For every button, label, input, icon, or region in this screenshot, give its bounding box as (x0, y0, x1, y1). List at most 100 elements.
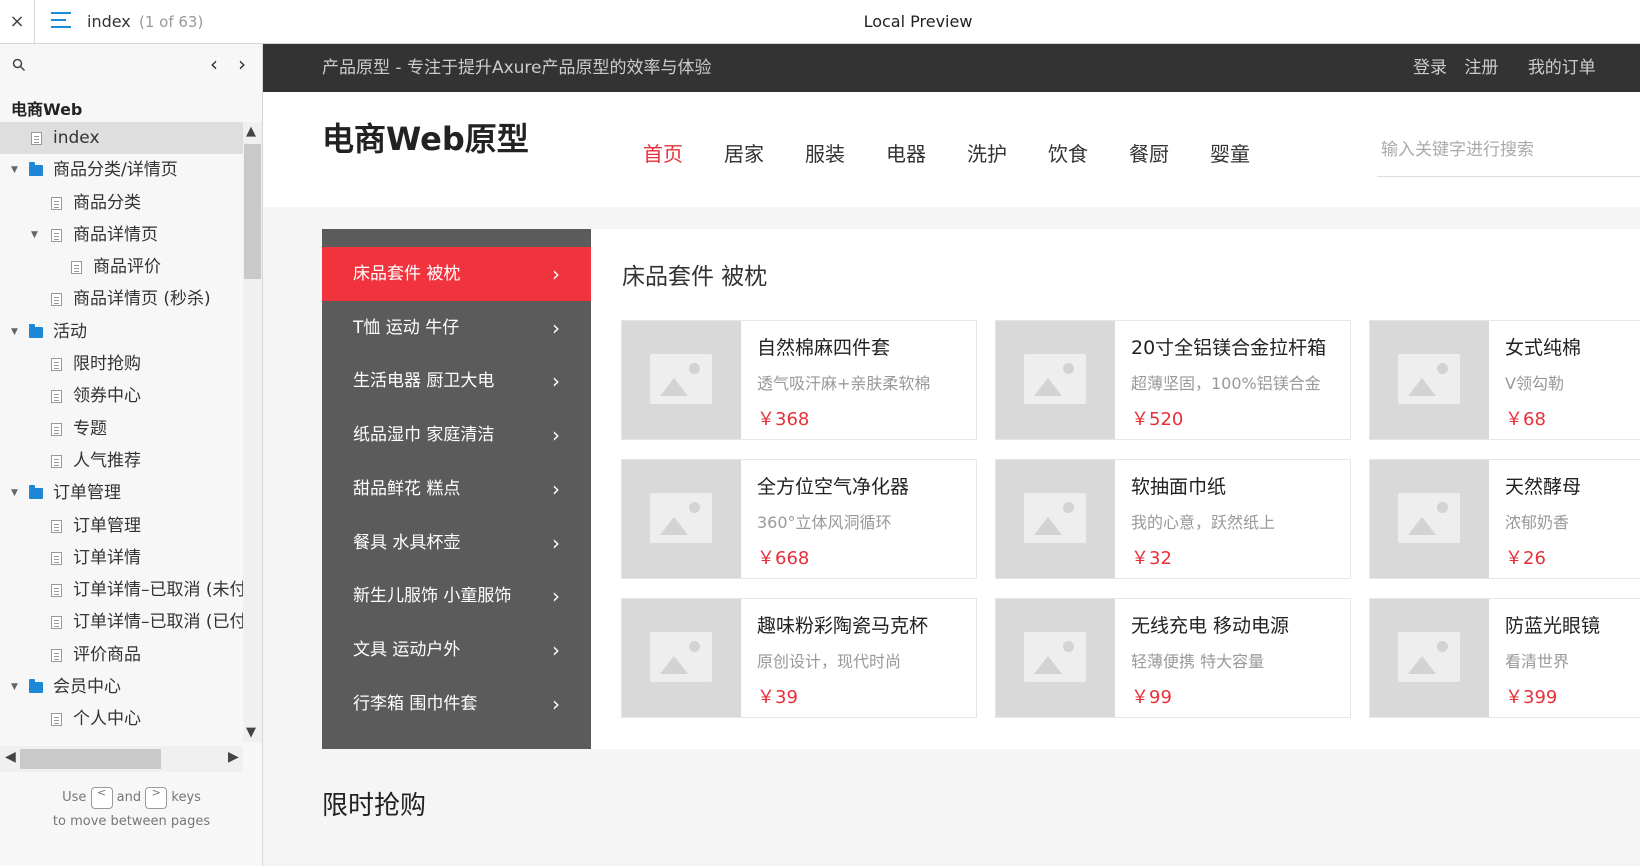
nav-item[interactable]: 电器 (886, 138, 926, 167)
product-card[interactable]: 女式纯棉 V领勾勒 ￥68 (1369, 320, 1640, 440)
page-icon (51, 293, 62, 307)
category-item[interactable]: 新生儿服饰 小童服饰 › (322, 569, 591, 623)
nav-item[interactable]: 服装 (805, 138, 845, 167)
product-name: 天然酵母 (1505, 476, 1582, 498)
category-item[interactable]: T恤 运动 牛仔 › (322, 301, 591, 355)
expand-arrow-icon[interactable]: ▼ (11, 154, 18, 186)
product-card[interactable]: 天然酵母 浓郁奶香 ￥26 (1369, 459, 1640, 579)
tree-item[interactable]: 商品分类 (0, 187, 243, 219)
search-input[interactable] (1377, 132, 1640, 168)
expand-arrow-icon[interactable]: ▼ (31, 219, 38, 251)
scroll-right-icon[interactable]: ▶ (228, 749, 239, 765)
my-orders-link[interactable]: 我的订单 (1528, 58, 1596, 78)
product-card[interactable]: 防蓝光眼镜 看清世界 ￥399 (1369, 598, 1640, 718)
folder-icon (29, 679, 43, 694)
category-item[interactable]: 餐具 水具杯壶 › (322, 516, 591, 570)
product-image (622, 321, 741, 439)
next-page-button[interactable]: › (238, 52, 246, 76)
category-item[interactable]: 生活电器 厨卫大电 › (322, 354, 591, 408)
tree-item-label: 限时抢购 (73, 354, 141, 375)
expand-arrow-icon[interactable]: ▼ (11, 671, 18, 703)
tree-item-label: 个人中心 (73, 709, 141, 730)
tree-item[interactable]: 人气推荐 (0, 445, 243, 477)
nav-item[interactable]: 婴童 (1210, 138, 1250, 167)
tree-item[interactable]: ▼ 会员中心 (0, 671, 243, 703)
tree-horizontal-scrollbar[interactable]: ◀ ▶ (0, 746, 243, 772)
product-card[interactable]: 趣味粉彩陶瓷马克杯 原创设计，现代时尚 ￥39 (621, 598, 977, 718)
login-link[interactable]: 登录 (1413, 58, 1447, 78)
scroll-up-icon[interactable]: ▲ (246, 124, 256, 139)
scroll-down-icon[interactable]: ▼ (246, 725, 256, 740)
tree-item[interactable]: ▼ 活动 (0, 316, 243, 348)
tree-item[interactable]: 专题 (0, 413, 243, 445)
category-item[interactable]: 甜品鲜花 糕点 › (322, 462, 591, 516)
chevron-right-icon: › (552, 584, 560, 609)
product-card[interactable]: 自然棉麻四件套 透气吸汗麻+亲肤柔软棉 ￥368 (621, 320, 977, 440)
tree-item[interactable]: 消息通知 (0, 736, 243, 743)
tree-item[interactable]: ▼ 订单管理 (0, 477, 243, 509)
tree-item[interactable]: 商品评价 (0, 251, 243, 283)
product-desc: 我的心意，跃然纸上 (1131, 513, 1276, 532)
tree-item[interactable]: 领券中心 (0, 380, 243, 412)
product-card[interactable]: 全方位空气净化器 360°立体风洞循环 ￥668 (621, 459, 977, 579)
product-section: 床品套件 被枕 自然棉麻四件套 透气吸汗麻+亲肤柔软棉 ￥368 20寸全铝镁合金拉杆… (591, 229, 1640, 749)
tree-item[interactable]: 商品详情页 (秒杀) (0, 283, 243, 315)
register-link[interactable]: 注册 (1464, 58, 1498, 78)
tree-item[interactable]: 订单详情 (0, 542, 243, 574)
nav-item[interactable]: 洗护 (967, 138, 1007, 167)
nav-item[interactable]: 首页 (643, 138, 683, 167)
search-icon[interactable] (12, 58, 26, 72)
product-card[interactable]: 20寸全铝镁合金拉杆箱 超薄坚固，100%铝镁合金 ￥520 (995, 320, 1351, 440)
product-image (1370, 599, 1489, 717)
product-image (622, 460, 741, 578)
tree-item[interactable]: ▼ 商品详情页 (0, 219, 243, 251)
folder-icon (29, 485, 43, 500)
window-title: Local Preview (863, 12, 973, 31)
tree-item[interactable]: 订单详情–已取消 (已付 (0, 606, 243, 638)
tree-item[interactable]: 订单详情–已取消 (未付 (0, 574, 243, 606)
page-icon (51, 196, 62, 210)
tree-item[interactable]: index (0, 122, 243, 155)
category-item[interactable]: 行李箱 围巾件套 › (322, 677, 591, 731)
product-desc: 轻薄便携 特大容量 (1131, 652, 1265, 671)
category-label: 餐具 水具杯壶 (353, 532, 461, 553)
category-item[interactable]: 纸品湿巾 家庭清洁 › (322, 408, 591, 462)
tree-item-label: 活动 (53, 321, 87, 342)
tree-item-label: 订单管理 (53, 483, 121, 504)
tree-item[interactable]: 订单管理 (0, 510, 243, 542)
category-label: T恤 运动 牛仔 (353, 317, 460, 338)
chevron-right-icon: › (552, 423, 560, 448)
nav-item[interactable]: 居家 (724, 138, 764, 167)
site-header: 电商Web原型 首页 居家 服装 电器 洗护 饮食 餐厨 婴童 (263, 92, 1640, 207)
site-slogan: 产品原型 - 专注于提升Axure产品原型的效率与体验 (322, 58, 712, 78)
tree-item[interactable]: ▼ 商品分类/详情页 (0, 154, 243, 186)
category-item[interactable]: 文具 运动户外 › (322, 623, 591, 677)
project-title: 电商Web (11, 100, 83, 119)
product-desc: 透气吸汗麻+亲肤柔软棉 (757, 374, 931, 393)
image-placeholder-icon (1024, 493, 1086, 543)
chevron-right-icon: › (552, 691, 560, 716)
tree-item[interactable]: 个人中心 (0, 703, 243, 735)
scrollbar-thumb[interactable] (244, 144, 261, 279)
nav-item[interactable]: 饮食 (1048, 138, 1088, 167)
page-icon (51, 551, 62, 565)
product-price: ￥32 (1131, 548, 1172, 569)
product-price: ￥99 (1131, 687, 1172, 708)
category-label: 床品套件 被枕 (353, 264, 461, 284)
tree-item[interactable]: 限时抢购 (0, 348, 243, 380)
image-placeholder-icon (650, 354, 712, 404)
nav-item[interactable]: 餐厨 (1129, 138, 1169, 167)
scroll-left-icon[interactable]: ◀ (5, 749, 16, 765)
expand-arrow-icon[interactable]: ▼ (11, 477, 18, 509)
scrollbar-thumb[interactable] (20, 749, 161, 769)
tree-item-label: 领券中心 (73, 386, 141, 407)
site-logo[interactable]: 电商Web原型 (322, 114, 529, 160)
product-card[interactable]: 软抽面巾纸 我的心意，跃然纸上 ￥32 (995, 459, 1351, 579)
tree-item-label: index (53, 128, 100, 148)
tree-item[interactable]: 评价商品 (0, 639, 243, 671)
category-item[interactable]: 床品套件 被枕 › (322, 247, 591, 301)
prev-page-button[interactable]: ‹ (210, 52, 218, 76)
product-card[interactable]: 无线充电 移动电源 轻薄便携 特大容量 ￥99 (995, 598, 1351, 718)
expand-arrow-icon[interactable]: ▼ (11, 316, 18, 348)
tree-vertical-scrollbar[interactable]: ▲ ▼ (243, 122, 262, 742)
